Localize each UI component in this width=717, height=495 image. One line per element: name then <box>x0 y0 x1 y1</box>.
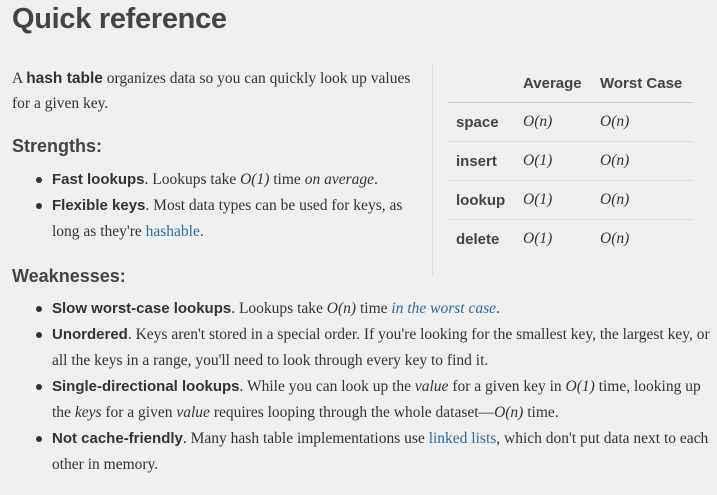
item-title: Fast lookups <box>52 171 145 188</box>
list-item: Unordered. Keys aren't stored in a speci… <box>12 322 712 374</box>
item-text: . <box>496 300 500 317</box>
average-cell: O(n) <box>523 102 600 142</box>
bullet-dot <box>36 177 42 183</box>
intro-prefix: A <box>12 70 27 87</box>
bullet-dot <box>36 203 42 209</box>
math-expression: O(1) <box>240 171 270 188</box>
item-text: . Lookups take <box>231 300 327 317</box>
bullet-dot <box>36 332 42 338</box>
item-text: . <box>199 223 204 240</box>
header-average: Average <box>523 64 600 103</box>
table-row: delete O(1) O(n) <box>448 220 693 259</box>
average-cell: O(1) <box>523 180 600 220</box>
item-text: . While you can look up the <box>239 378 415 395</box>
weaknesses-heading: Weaknesses: <box>12 266 126 286</box>
linked-lists-link[interactable]: linked lists <box>429 430 497 447</box>
worst-cell: O(n) <box>600 180 693 220</box>
bullet-dot <box>36 384 42 390</box>
math-expression: O(n) <box>326 300 357 317</box>
intro-term: hash table <box>26 70 103 87</box>
item-emphasis: on average <box>304 171 374 188</box>
worst-cell: O(n) <box>600 141 693 181</box>
item-text: . Keys aren't stored in a special order.… <box>52 326 710 369</box>
item-title: Not cache-friendly <box>52 430 183 447</box>
item-text: time. <box>523 404 559 421</box>
item-text: . Many hash table implementations use <box>182 430 429 447</box>
item-text: time <box>269 171 305 188</box>
item-text: . Lookups take <box>144 171 241 188</box>
item-title: Slow worst-case lookups <box>52 300 232 317</box>
list-item: Slow worst-case lookups. Lookups take O(… <box>12 296 712 322</box>
item-text: time <box>356 300 392 317</box>
table-row: insert O(1) O(n) <box>448 141 693 181</box>
worst-cell: O(n) <box>600 102 693 142</box>
bullet-dot <box>36 306 42 312</box>
header-operation <box>448 64 523 103</box>
worst-cell: O(n) <box>600 230 630 247</box>
item-text: for a given key in <box>448 378 566 395</box>
worst-case-link[interactable]: in the worst case <box>391 300 496 317</box>
intro-paragraph: A hash table organizes data so you can q… <box>12 66 417 116</box>
strengths-list: Fast lookups. Lookups take O(1) time on … <box>12 167 422 245</box>
list-item: Single-directional lookups. While you ca… <box>12 374 712 426</box>
item-text: requires looping through the whole datas… <box>209 404 495 421</box>
item-emphasis: value <box>176 404 210 421</box>
table-header-row: Average Worst Case <box>448 64 693 103</box>
item-title: Single-directional lookups <box>52 378 240 395</box>
table-row: space O(n) O(n) <box>448 102 693 142</box>
list-item: Not cache-friendly. Many hash table impl… <box>12 426 712 478</box>
complexity-table: Average Worst Case space O(n) O(n) inser… <box>448 64 693 258</box>
complexity-table-panel: Average Worst Case space O(n) O(n) inser… <box>432 64 698 276</box>
bullet-dot <box>36 436 42 442</box>
list-item: Fast lookups. Lookups take O(1) time on … <box>12 167 422 193</box>
list-item: Flexible keys. Most data types can be us… <box>12 193 422 245</box>
average-cell: O(1) <box>523 230 553 247</box>
table-row: lookup O(1) O(n) <box>448 180 693 220</box>
item-emphasis: value <box>414 378 449 395</box>
operation-cell: space <box>448 102 523 142</box>
header-worst-case: Worst Case <box>600 64 693 103</box>
page-title: Quick reference <box>12 3 227 35</box>
item-text: . <box>373 171 378 188</box>
strengths-heading: Strengths: <box>12 136 102 156</box>
item-title: Flexible keys <box>52 197 146 214</box>
item-emphasis: keys <box>74 404 102 421</box>
operation-cell: lookup <box>448 180 523 220</box>
operation-cell: insert <box>448 141 523 181</box>
item-text: for a given <box>101 404 177 421</box>
math-expression: O(1) <box>565 378 595 395</box>
item-title: Unordered <box>52 326 128 343</box>
weaknesses-list: Slow worst-case lookups. Lookups take O(… <box>12 296 712 478</box>
average-cell: O(1) <box>523 141 600 181</box>
math-expression: O(n) <box>494 404 524 421</box>
operation-cell: delete <box>456 230 500 248</box>
hashable-link[interactable]: hashable <box>146 223 200 240</box>
